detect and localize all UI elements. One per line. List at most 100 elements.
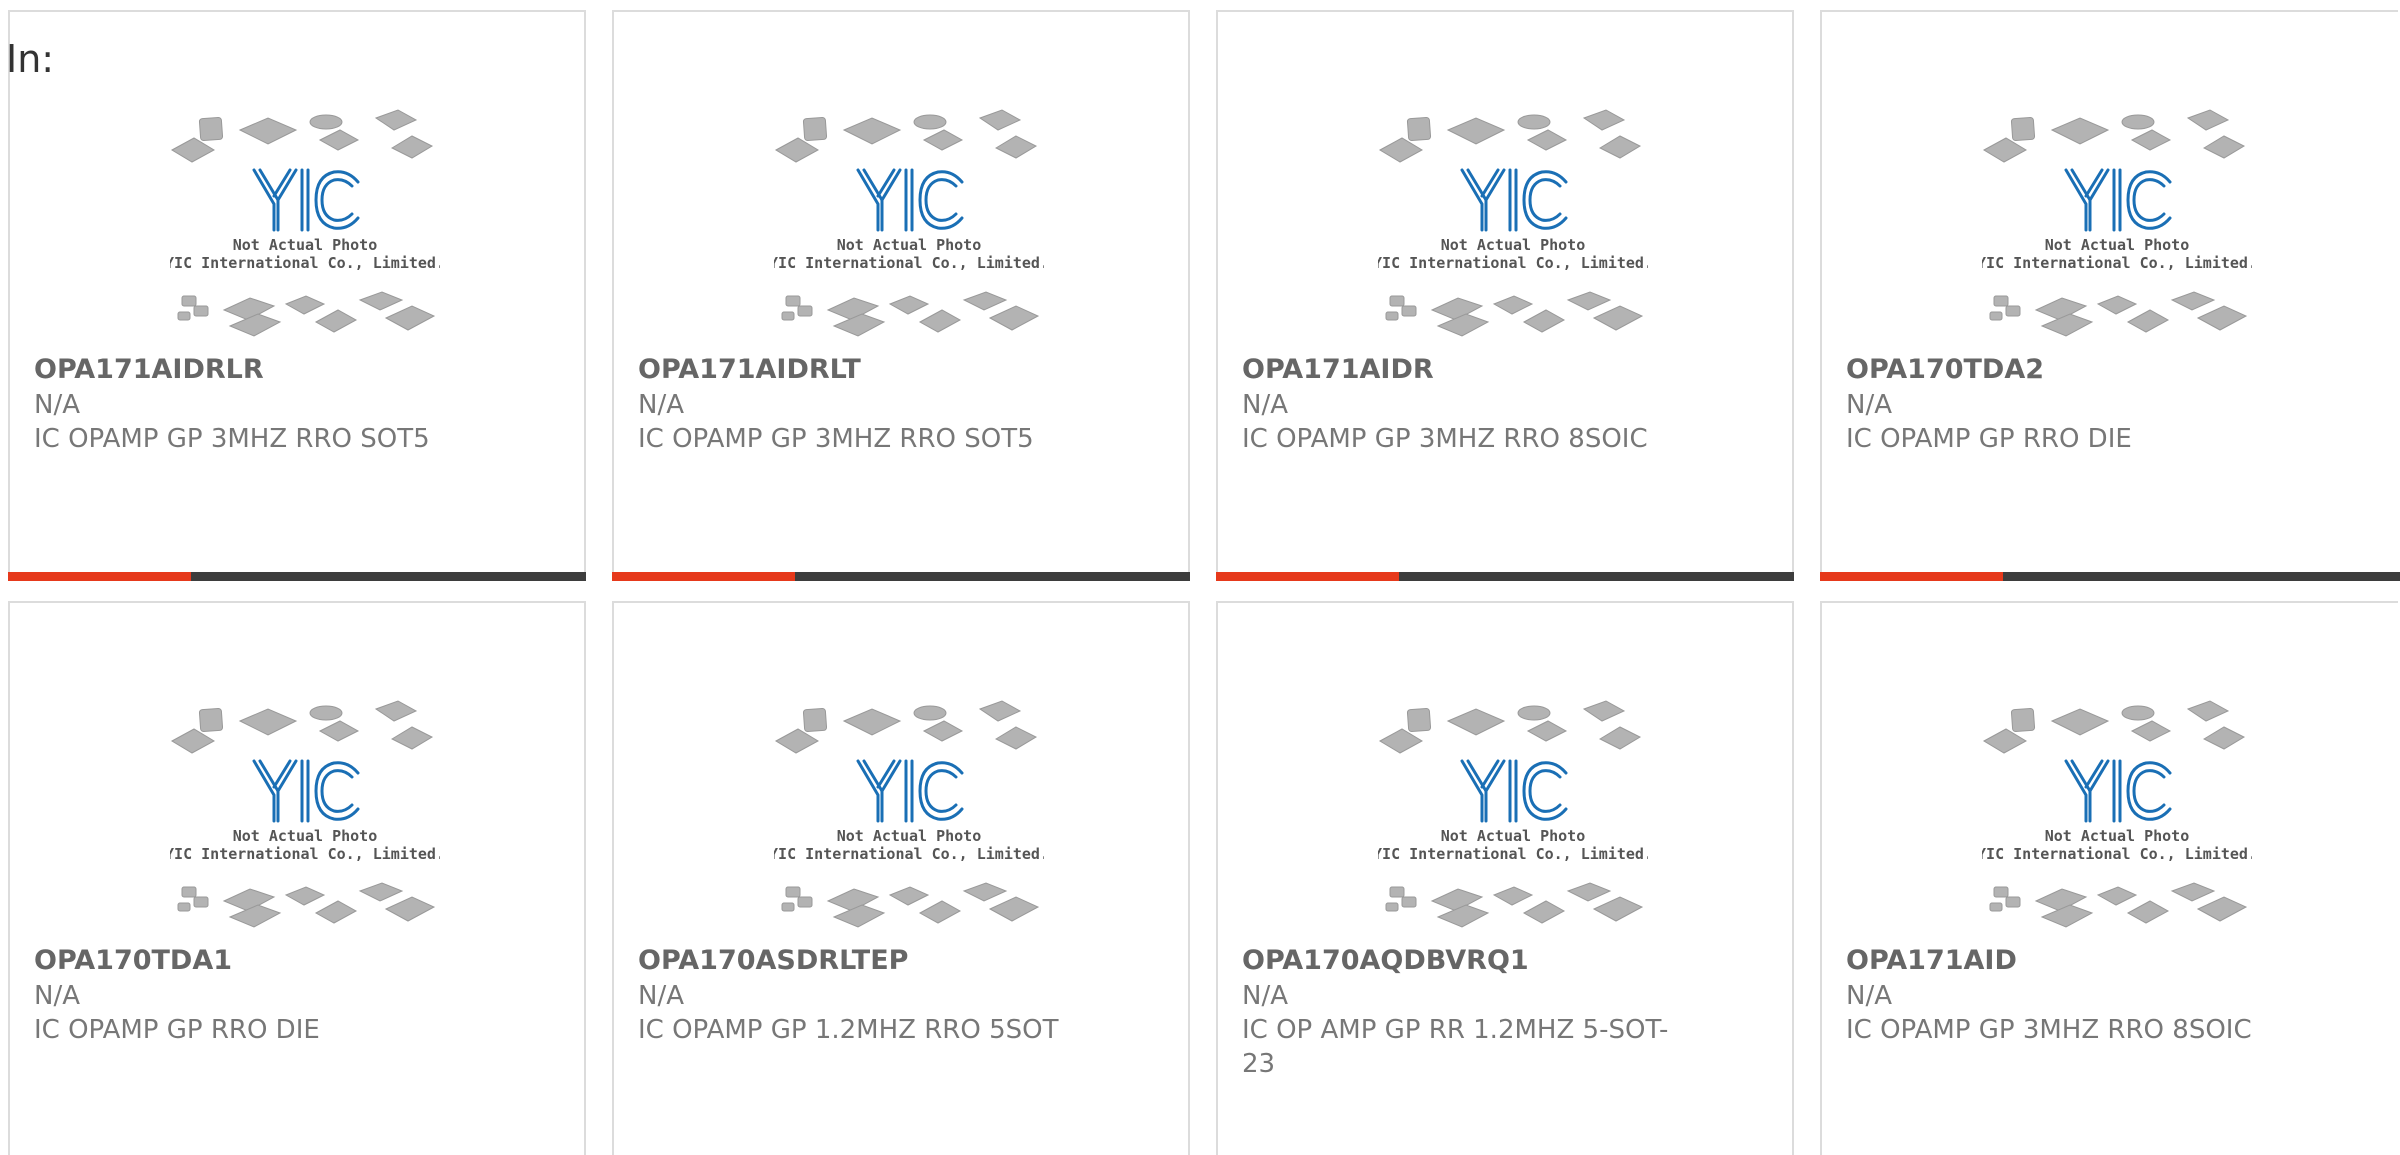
placeholder-caption-line1: Not Actual Photo: [1441, 236, 1586, 254]
chip-packages-bottom-icon: [1989, 882, 2248, 928]
part-number-link[interactable]: OPA171AID: [1846, 943, 2366, 979]
product-description: IC OPAMP GP 3MHZ RRO 8SOIC: [1242, 424, 1648, 454]
product-grid-page: In: Not Actual Photo YIC International C…: [0, 0, 2400, 1155]
manufacturer-text: N/A: [1242, 981, 1288, 1011]
manufacturer-text: N/A: [1846, 390, 1892, 420]
product-info: OPA170TDA1 N/A IC OPAMP GP RRO DIE: [34, 943, 554, 1047]
dark-segment: [2003, 572, 2400, 581]
chip-packages-top-icon: [774, 109, 1038, 163]
manufacturer-text: N/A: [34, 390, 80, 420]
product-info: OPA170ASDRLTEP N/A IC OPAMP GP 1.2MHZ RR…: [638, 943, 1158, 1047]
chip-packages-top-icon: [1378, 109, 1642, 163]
product-card[interactable]: Not Actual Photo YIC International Co., …: [1216, 10, 1794, 581]
placeholder-photo[interactable]: Not Actual Photo YIC International Co., …: [1378, 100, 1648, 350]
yic-logo-icon: [2064, 168, 2172, 232]
yic-logo-icon: [856, 759, 964, 823]
product-card[interactable]: Not Actual Photo YIC International Co., …: [1216, 601, 1794, 1155]
product-card[interactable]: Not Actual Photo YIC International Co., …: [1820, 601, 2398, 1155]
product-card[interactable]: Not Actual Photo YIC International Co., …: [612, 10, 1190, 581]
chip-packages-top-icon: [1982, 109, 2246, 163]
part-number-link[interactable]: OPA170TDA2: [1846, 352, 2366, 388]
part-number-link[interactable]: OPA170ASDRLTEP: [638, 943, 1158, 979]
chip-packages-bottom-icon: [177, 291, 436, 337]
product-description: IC OPAMP GP 3MHZ RRO SOT5: [638, 424, 1034, 454]
chip-packages-top-icon: [170, 700, 434, 754]
placeholder-caption-line1: Not Actual Photo: [2045, 236, 2190, 254]
dark-segment: [1399, 572, 1794, 581]
accent-segment: [612, 572, 795, 581]
placeholder-caption-line2: YIC International Co., Limited.: [1378, 254, 1648, 272]
chip-packages-top-icon: [1982, 700, 2246, 754]
product-info: OPA171AID N/A IC OPAMP GP 3MHZ RRO 8SOIC: [1846, 943, 2366, 1047]
chip-packages-bottom-icon: [1989, 291, 2248, 337]
chip-packages-bottom-icon: [781, 882, 1040, 928]
yic-logo-icon: [252, 168, 360, 232]
placeholder-photo[interactable]: Not Actual Photo YIC International Co., …: [774, 691, 1044, 941]
part-number-link[interactable]: OPA170AQDBVRQ1: [1242, 943, 1762, 979]
placeholder-photo[interactable]: Not Actual Photo YIC International Co., …: [1378, 691, 1648, 941]
product-info: OPA171AIDRLR N/A IC OPAMP GP 3MHZ RRO SO…: [34, 352, 554, 456]
placeholder-caption-line1: Not Actual Photo: [233, 827, 378, 845]
product-description: IC OPAMP GP RRO DIE: [34, 1015, 320, 1045]
placeholder-caption-line1: Not Actual Photo: [1441, 827, 1586, 845]
yic-logo-icon: [856, 168, 964, 232]
manufacturer-text: N/A: [34, 981, 80, 1011]
placeholder-caption-line2: YIC International Co., Limited.: [1378, 845, 1648, 863]
part-number-link[interactable]: OPA170TDA1: [34, 943, 554, 979]
part-number-link[interactable]: OPA171AIDRLR: [34, 352, 554, 388]
card-accent-bar: [612, 572, 1190, 581]
product-card[interactable]: Not Actual Photo YIC International Co., …: [1820, 10, 2400, 581]
yic-logo-icon: [1460, 168, 1568, 232]
accent-segment: [8, 572, 191, 581]
placeholder-caption-line2: YIC International Co., Limited.: [170, 254, 440, 272]
product-description: IC OPAMP GP RRO DIE: [1846, 424, 2132, 454]
card-accent-bar: [1216, 572, 1794, 581]
yic-logo-icon: [252, 759, 360, 823]
filter-label: In:: [6, 37, 55, 81]
placeholder-photo[interactable]: Not Actual Photo YIC International Co., …: [170, 100, 440, 350]
chip-packages-bottom-icon: [1385, 291, 1644, 337]
placeholder-caption-line1: Not Actual Photo: [233, 236, 378, 254]
chip-packages-top-icon: [774, 700, 1038, 754]
placeholder-photo[interactable]: Not Actual Photo YIC International Co., …: [1982, 691, 2252, 941]
chip-packages-top-icon: [170, 109, 434, 163]
yic-logo-icon: [2064, 759, 2172, 823]
card-accent-bar: [1820, 572, 2400, 581]
dark-segment: [191, 572, 586, 581]
product-card[interactable]: Not Actual Photo YIC International Co., …: [8, 10, 586, 581]
product-description: IC OPAMP GP 3MHZ RRO 8SOIC: [1846, 1015, 2252, 1045]
product-info: OPA170AQDBVRQ1 N/A IC OP AMP GP RR 1.2MH…: [1242, 943, 1762, 1081]
dark-segment: [795, 572, 1190, 581]
manufacturer-text: N/A: [1846, 981, 1892, 1011]
placeholder-photo[interactable]: Not Actual Photo YIC International Co., …: [1982, 100, 2252, 350]
placeholder-caption-line2: YIC International Co., Limited.: [774, 254, 1044, 272]
placeholder-caption-line2: YIC International Co., Limited.: [1982, 254, 2252, 272]
chip-packages-bottom-icon: [781, 291, 1040, 337]
manufacturer-text: N/A: [638, 981, 684, 1011]
accent-segment: [1216, 572, 1399, 581]
placeholder-photo[interactable]: Not Actual Photo YIC International Co., …: [774, 100, 1044, 350]
product-grid: Not Actual Photo YIC International Co., …: [8, 10, 2400, 1155]
product-card[interactable]: Not Actual Photo YIC International Co., …: [612, 601, 1190, 1155]
placeholder-photo[interactable]: Not Actual Photo YIC International Co., …: [170, 691, 440, 941]
product-description: IC OPAMP GP 3MHZ RRO SOT5: [34, 424, 430, 454]
placeholder-caption-line2: YIC International Co., Limited.: [170, 845, 440, 863]
chip-packages-bottom-icon: [177, 882, 436, 928]
placeholder-caption-line2: YIC International Co., Limited.: [1982, 845, 2252, 863]
placeholder-caption-line1: Not Actual Photo: [837, 236, 982, 254]
chip-packages-top-icon: [1378, 700, 1642, 754]
chip-packages-bottom-icon: [1385, 882, 1644, 928]
yic-logo-icon: [1460, 759, 1568, 823]
placeholder-caption-line2: YIC International Co., Limited.: [774, 845, 1044, 863]
placeholder-caption-line1: Not Actual Photo: [2045, 827, 2190, 845]
product-card[interactable]: Not Actual Photo YIC International Co., …: [8, 601, 586, 1155]
part-number-link[interactable]: OPA171AIDR: [1242, 352, 1762, 388]
part-number-link[interactable]: OPA171AIDRLT: [638, 352, 1158, 388]
accent-segment: [1820, 572, 2003, 581]
product-description: IC OP AMP GP RR 1.2MHZ 5-SOT-23: [1242, 1015, 1669, 1079]
product-info: OPA171AIDRLT N/A IC OPAMP GP 3MHZ RRO SO…: [638, 352, 1158, 456]
manufacturer-text: N/A: [1242, 390, 1288, 420]
placeholder-caption-line1: Not Actual Photo: [837, 827, 982, 845]
product-info: OPA171AIDR N/A IC OPAMP GP 3MHZ RRO 8SOI…: [1242, 352, 1762, 456]
product-description: IC OPAMP GP 1.2MHZ RRO 5SOT: [638, 1015, 1059, 1045]
